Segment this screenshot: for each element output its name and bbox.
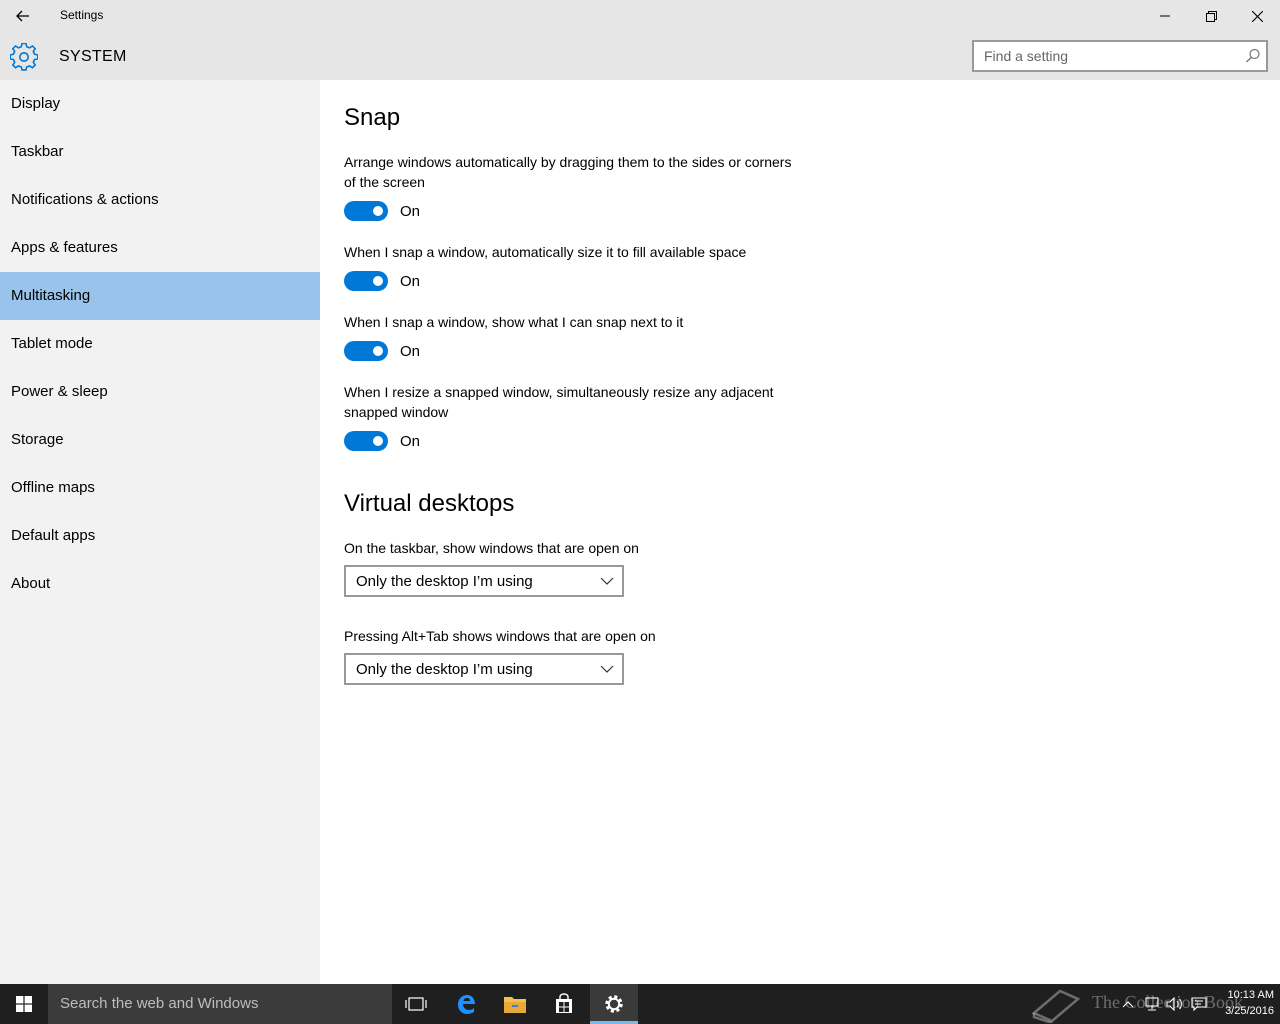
toggle-state-label: On xyxy=(400,202,421,220)
settings-header: SYSTEM xyxy=(0,32,1280,80)
find-setting-search-box[interactable] xyxy=(972,40,1268,72)
gear-icon xyxy=(605,995,623,1013)
speaker-icon xyxy=(1166,997,1182,1011)
sidebar-item-about[interactable]: About xyxy=(0,560,320,608)
restore-button[interactable] xyxy=(1188,0,1234,32)
file-explorer-button[interactable] xyxy=(491,984,539,1024)
sidebar-item-storage[interactable]: Storage xyxy=(0,416,320,464)
sidebar-item-tablet-mode[interactable]: Tablet mode xyxy=(0,320,320,368)
store-bag-icon xyxy=(556,993,572,1013)
close-icon xyxy=(1251,10,1263,22)
snap-fill-space-toggle[interactable] xyxy=(344,271,388,291)
notification-icon xyxy=(1191,997,1207,1011)
alttab-windows-label: Pressing Alt+Tab shows windows that are … xyxy=(344,628,656,644)
find-setting-input[interactable] xyxy=(974,42,1234,70)
minimize-button[interactable] xyxy=(1142,0,1188,32)
toggle-knob xyxy=(373,346,383,356)
network-button[interactable] xyxy=(1140,984,1164,1024)
settings-taskbar-button[interactable] xyxy=(590,984,638,1024)
sidebar-item-multitasking[interactable]: Multitasking xyxy=(0,272,320,320)
taskbar-windows-label: On the taskbar, show windows that are op… xyxy=(344,540,639,556)
chevron-down-icon xyxy=(600,665,614,673)
snap-resize-adjacent-toggle[interactable] xyxy=(344,431,388,451)
snap-setting-1-toggle-row[interactable]: On xyxy=(344,201,420,221)
taskbar-clock[interactable]: 10:13 AM 3/25/2016 xyxy=(1210,987,1274,1019)
sidebar: Display Taskbar Notifications & actions … xyxy=(0,80,320,984)
alttab-windows-dropdown[interactable]: Only the desktop I’m using xyxy=(344,653,624,685)
window-title: Settings xyxy=(60,8,104,22)
dropdown-value: Only the desktop I’m using xyxy=(356,661,533,678)
toggle-knob xyxy=(373,276,383,286)
section-title: SYSTEM xyxy=(59,48,127,65)
chevron-down-icon xyxy=(600,577,614,585)
snap-setting-2-toggle-row[interactable]: On xyxy=(344,271,420,291)
virtual-desktops-heading: Virtual desktops xyxy=(344,490,515,517)
sidebar-item-power-sleep[interactable]: Power & sleep xyxy=(0,368,320,416)
snap-show-next-toggle[interactable] xyxy=(344,341,388,361)
title-bar: Settings xyxy=(0,0,1280,32)
windows-logo-icon xyxy=(16,996,32,1012)
sidebar-item-taskbar[interactable]: Taskbar xyxy=(0,128,320,176)
task-view-button[interactable] xyxy=(392,984,440,1024)
close-button[interactable] xyxy=(1234,0,1280,32)
chevron-up-icon xyxy=(1122,1001,1134,1008)
snap-setting-2-description: When I snap a window, automatically size… xyxy=(344,244,747,260)
toggle-state-label: On xyxy=(400,342,421,360)
store-button[interactable] xyxy=(540,984,588,1024)
snap-setting-4-description: When I resize a snapped window, simultan… xyxy=(344,384,774,420)
snap-setting-4-toggle-row[interactable]: On xyxy=(344,431,420,451)
back-button[interactable] xyxy=(0,0,46,32)
edge-browser-icon xyxy=(458,995,475,1014)
toggle-knob xyxy=(373,436,383,446)
toggle-state-label: On xyxy=(400,432,421,450)
volume-button[interactable] xyxy=(1163,984,1187,1024)
gear-icon xyxy=(10,43,38,71)
taskbar-search-box[interactable]: Search the web and Windows xyxy=(48,984,392,1024)
edge-browser-button[interactable] xyxy=(442,984,490,1024)
restore-icon xyxy=(1205,10,1217,22)
clock-date: 3/25/2016 xyxy=(1225,1005,1274,1017)
snap-setting-3-description: When I snap a window, show what I can sn… xyxy=(344,314,684,330)
book-icon xyxy=(1031,989,1081,1023)
back-arrow-icon xyxy=(16,10,29,22)
dropdown-value: Only the desktop I’m using xyxy=(356,573,533,590)
task-view-icon xyxy=(405,997,427,1011)
snap-arrange-toggle[interactable] xyxy=(344,201,388,221)
snap-setting-3-toggle-row[interactable]: On xyxy=(344,341,420,361)
sidebar-item-default-apps[interactable]: Default apps xyxy=(0,512,320,560)
clock-time: 10:13 AM xyxy=(1227,989,1274,1001)
start-button[interactable] xyxy=(0,984,48,1024)
search-icon[interactable] xyxy=(1244,47,1262,65)
toggle-knob xyxy=(373,206,383,216)
sidebar-item-display[interactable]: Display xyxy=(0,80,320,128)
taskbar-windows-dropdown[interactable]: Only the desktop I’m using xyxy=(344,565,624,597)
show-hidden-icons-button[interactable] xyxy=(1116,984,1140,1024)
sidebar-item-notifications-actions[interactable]: Notifications & actions xyxy=(0,176,320,224)
sidebar-item-apps-features[interactable]: Apps & features xyxy=(0,224,320,272)
snap-heading: Snap xyxy=(344,104,401,131)
minimize-icon xyxy=(1160,15,1170,17)
toggle-state-label: On xyxy=(400,272,421,290)
sidebar-item-offline-maps[interactable]: Offline maps xyxy=(0,464,320,512)
action-center-button[interactable] xyxy=(1187,984,1211,1024)
folder-icon xyxy=(504,997,526,1013)
main-content: Snap Arrange windows automatically by dr… xyxy=(320,80,1280,984)
taskbar: Search the web and Windows The Collectio… xyxy=(0,984,1280,1024)
snap-setting-1-description: Arrange windows automatically by draggin… xyxy=(344,154,792,190)
network-icon xyxy=(1145,997,1159,1011)
